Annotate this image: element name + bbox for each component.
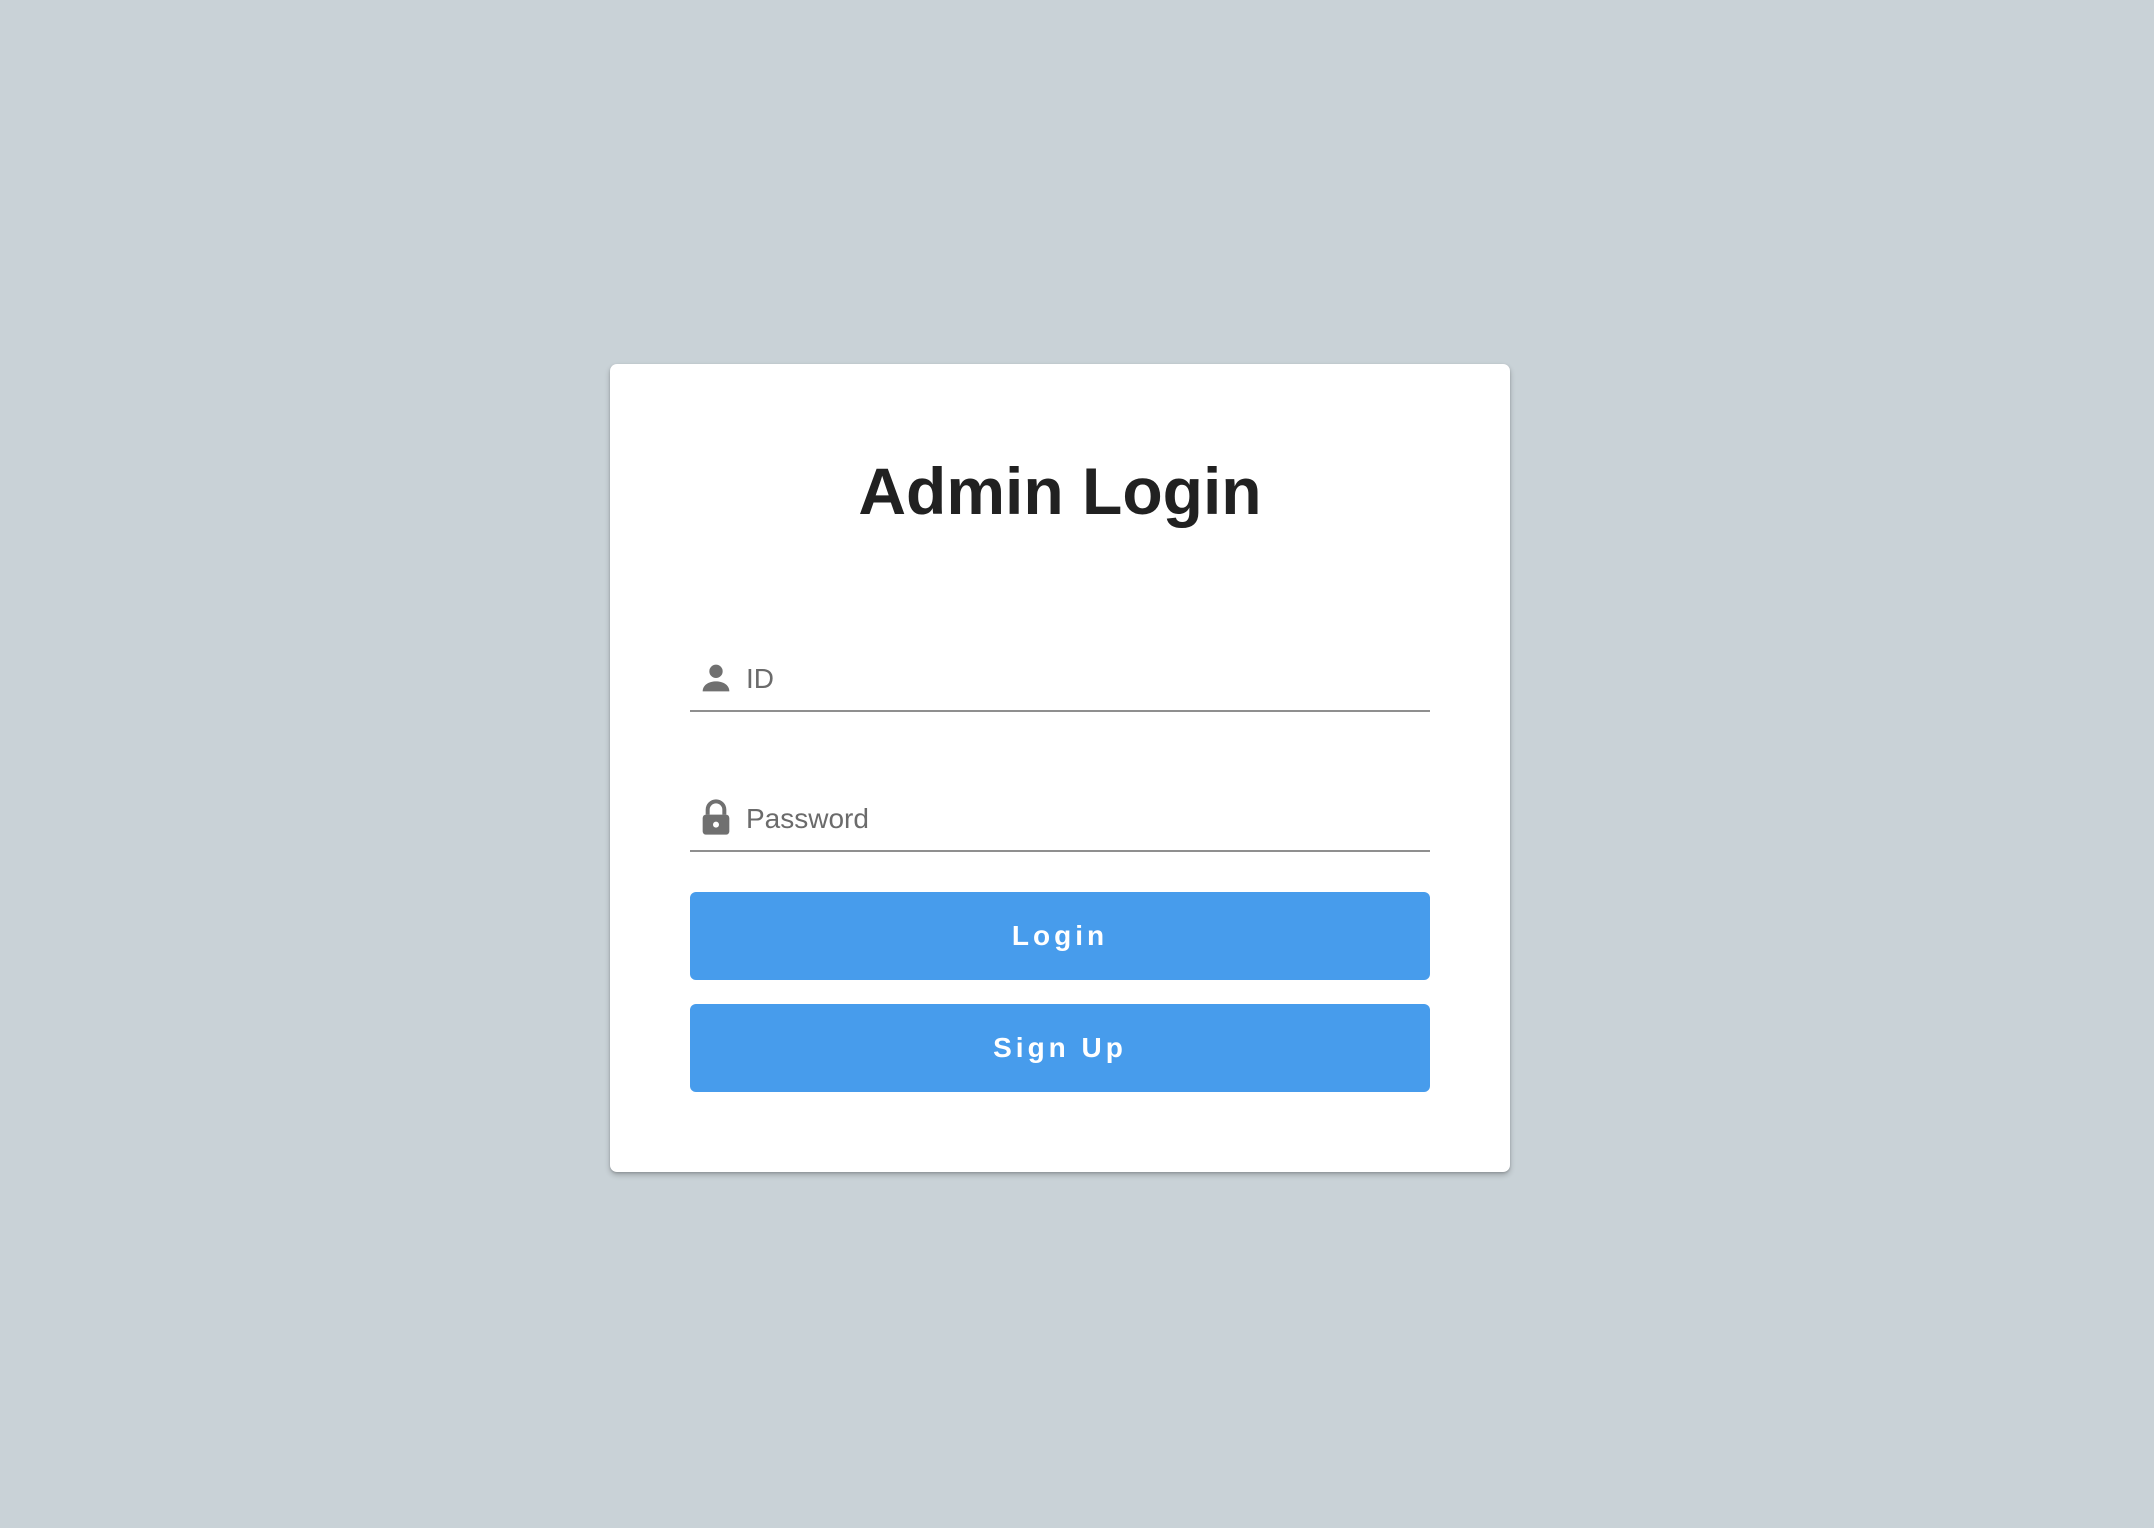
password-field[interactable] (690, 790, 1430, 852)
person-icon (696, 658, 736, 698)
password-input[interactable] (746, 790, 1416, 848)
id-field[interactable] (690, 650, 1430, 712)
signup-button[interactable]: Sign Up (690, 1004, 1430, 1092)
lock-icon (696, 798, 736, 838)
id-input[interactable] (746, 650, 1416, 708)
page-title: Admin Login (858, 454, 1262, 528)
login-button[interactable]: Login (690, 892, 1430, 980)
